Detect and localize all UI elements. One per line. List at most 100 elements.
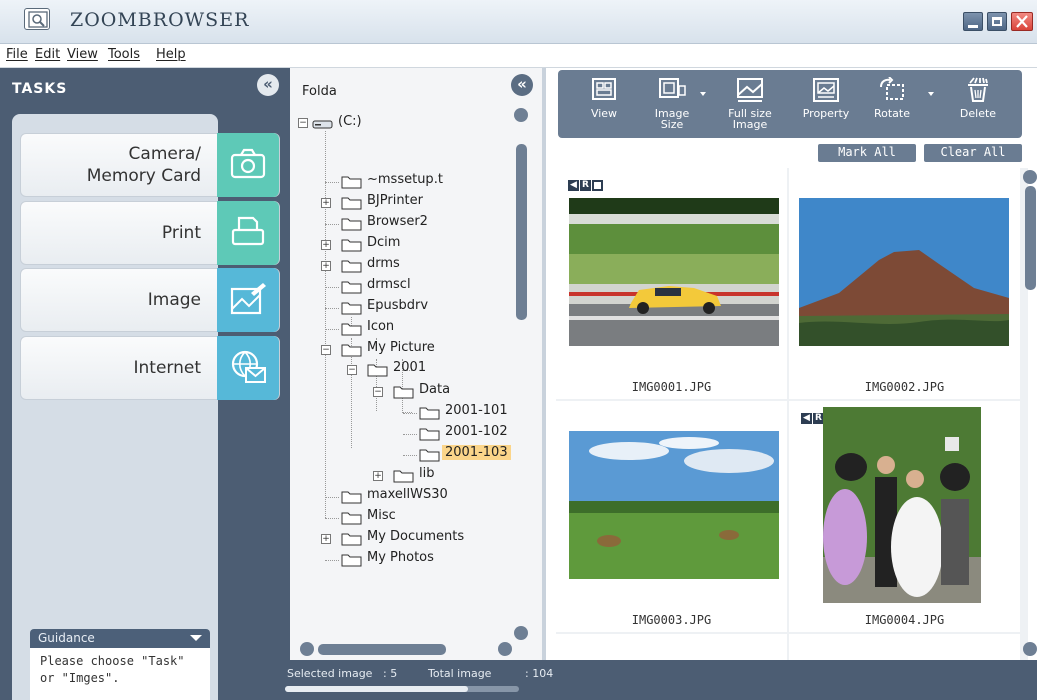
tree-node-folder[interactable]: + BJPrinter — [321, 193, 491, 212]
guidance-title: Guidance — [38, 631, 95, 645]
thumbnail-badges: ◀ R — [801, 413, 825, 425]
guidance-header[interactable]: Guidance — [30, 629, 210, 648]
menu-file[interactable]: File — [6, 47, 28, 62]
rotate-button[interactable]: Rotate — [864, 70, 934, 138]
tree-node-drive-c[interactable]: − (C:) — [298, 114, 402, 133]
task-camera-memory-card[interactable]: Camera/ Memory Card — [20, 133, 280, 197]
close-button[interactable] — [1011, 12, 1033, 31]
viewer-vertical-scrollbar-thumb[interactable] — [1025, 186, 1036, 290]
tree-collapse-button[interactable]: « — [511, 74, 533, 96]
thumbnail-item[interactable]: IMG0003.JPG — [556, 401, 787, 632]
tree-node-folder[interactable]: Browser2 — [325, 214, 491, 233]
image-edit-icon — [217, 268, 279, 332]
tree-scroll-down-button[interactable] — [514, 626, 528, 640]
menu-edit[interactable]: Edit — [35, 47, 60, 62]
thumbnail-item[interactable] — [789, 634, 1020, 660]
task-print[interactable]: Print — [20, 201, 280, 265]
tree-node-folder[interactable]: Misc — [325, 508, 491, 527]
property-button[interactable]: Property — [794, 70, 858, 138]
tree-node-label: Icon — [367, 319, 395, 334]
guidance-line-1: Please choose "Task" — [40, 654, 185, 668]
guidance-line-2: or "Imges". — [40, 671, 120, 685]
tree-line — [325, 308, 339, 309]
thumbnail-item[interactable] — [556, 634, 787, 660]
collapse-toggle[interactable]: − — [373, 387, 383, 397]
image-size-button[interactable]: Image Size — [644, 70, 706, 138]
tree-node-folder[interactable]: − 2001 — [347, 360, 517, 379]
total-image-label: Total image — [428, 667, 492, 680]
viewer-scroll-up-button[interactable] — [1023, 170, 1037, 184]
property-icon — [813, 78, 839, 102]
maximize-button[interactable] — [987, 12, 1007, 31]
tasks-collapse-button[interactable]: « — [257, 74, 279, 96]
collapse-toggle[interactable]: − — [298, 118, 308, 128]
guidance-text: Please choose "Task" or "Imges". — [30, 648, 210, 700]
collapse-toggle[interactable]: − — [321, 345, 331, 355]
trash-icon — [968, 77, 988, 102]
full-size-image-icon — [737, 78, 763, 102]
dropdown-arrow-icon[interactable] — [700, 92, 706, 96]
clear-all-button[interactable]: Clear All — [924, 144, 1022, 162]
tree-node-folder[interactable]: + Dcim — [321, 235, 491, 254]
tree-node-folder[interactable]: + lib — [373, 466, 543, 485]
tree-node-folder[interactable]: − Data — [373, 382, 543, 401]
tree-line — [325, 497, 339, 498]
tree-node-folder[interactable]: My Photos — [325, 550, 491, 569]
task-internet[interactable]: Internet — [20, 336, 280, 400]
tree-node-folder[interactable]: Epusbdrv — [325, 298, 491, 317]
thumbnail-item[interactable]: IMG0002.JPG — [789, 168, 1020, 399]
thumbnail-item[interactable]: ◀ R IMG0004.JPG — [789, 401, 1020, 632]
tree-node-label: maxellWS30 — [367, 487, 448, 502]
tree-vertical-scrollbar-thumb[interactable] — [516, 144, 527, 320]
zoombrowser-logo-icon — [24, 8, 50, 30]
thumbnail-item[interactable]: ◀ R IMG0001.JPG — [556, 168, 787, 399]
tree-node-folder[interactable]: − My Picture — [321, 340, 491, 359]
tree-node-folder[interactable]: Icon — [325, 319, 491, 338]
tree-node-folder[interactable]: + drms — [321, 256, 491, 275]
expand-toggle[interactable]: + — [373, 471, 383, 481]
thumbnail-image — [799, 198, 1009, 346]
rotate-label: Rotate — [873, 107, 910, 120]
expand-toggle[interactable]: + — [321, 240, 331, 250]
view-button[interactable]: View — [576, 70, 632, 138]
dropdown-arrow-icon[interactable] — [928, 92, 934, 96]
drive-icon — [312, 120, 333, 129]
tree-scroll-up-button[interactable] — [514, 108, 528, 122]
view-label: View — [590, 107, 618, 120]
tree-line — [403, 434, 417, 435]
tree-line — [325, 224, 339, 225]
expand-toggle[interactable]: + — [321, 534, 331, 544]
tree-horizontal-scrollbar-thumb[interactable] — [318, 644, 446, 655]
camera-icon — [217, 133, 279, 197]
full-size-image-button[interactable]: Full size Image — [722, 70, 778, 138]
image-viewer-panel: View Image Size Full size Image Property… — [542, 68, 1037, 660]
progress-bar-fill — [285, 686, 468, 692]
expand-toggle[interactable]: + — [321, 261, 331, 271]
expand-toggle[interactable]: + — [321, 198, 331, 208]
tree-scroll-right-button[interactable] — [498, 642, 512, 656]
tree-line — [325, 131, 326, 518]
tree-node-label: BJPrinter — [367, 193, 423, 208]
minimize-button[interactable] — [963, 12, 983, 31]
property-label: Property — [802, 107, 850, 120]
delete-button[interactable]: Delete — [950, 70, 1006, 138]
tree-node-folder[interactable]: + My Documents — [321, 529, 491, 548]
mark-all-button[interactable]: Mark All — [818, 144, 916, 162]
tree-node-folder[interactable]: ~mssetup.t — [325, 172, 491, 191]
viewer-scroll-down-button[interactable] — [1023, 642, 1037, 656]
menu-tools[interactable]: Tools — [108, 47, 140, 62]
tree-node-folder[interactable]: maxellWS30 — [325, 487, 491, 506]
dropdown-arrow-icon — [190, 635, 202, 641]
thumbnail-filename: IMG0001.JPG — [631, 380, 712, 394]
tree-node-label: Epusbdrv — [367, 298, 429, 313]
tree-node-folder[interactable]: drmscl — [325, 277, 491, 296]
menu-bar: File Edit View Tools Help — [0, 44, 1037, 68]
collapse-toggle[interactable]: − — [347, 365, 357, 375]
thumbnail-filename: IMG0002.JPG — [864, 380, 945, 394]
menu-view[interactable]: View — [67, 47, 98, 62]
tree-node-label: drms — [367, 256, 400, 271]
tree-node-label: (C:) — [338, 114, 362, 129]
tree-scroll-left-button[interactable] — [300, 642, 314, 656]
menu-help[interactable]: Help — [156, 47, 186, 62]
task-image[interactable]: Image — [20, 268, 280, 332]
